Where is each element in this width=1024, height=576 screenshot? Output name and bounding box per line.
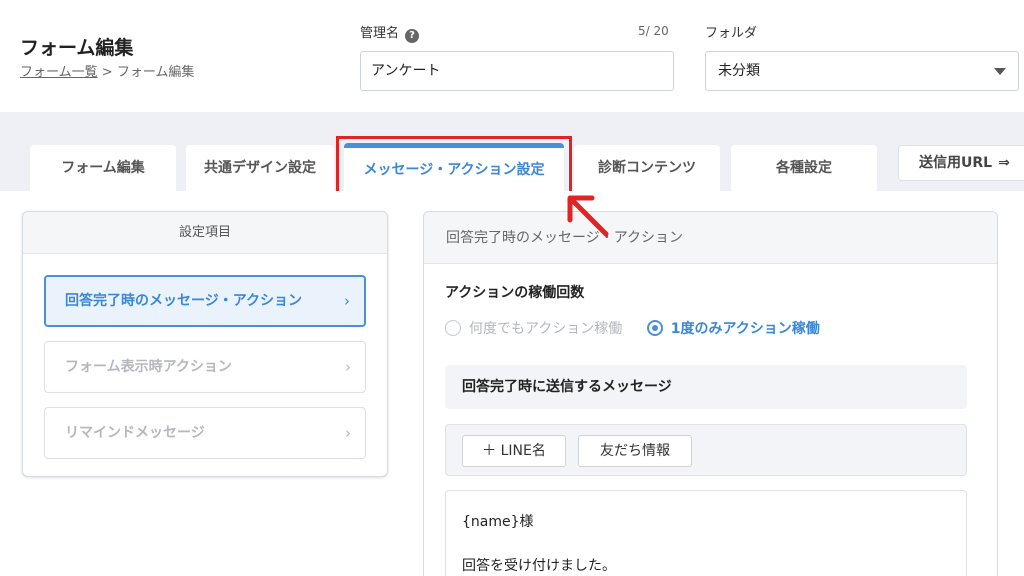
chevron-right-icon: › bbox=[345, 424, 351, 442]
radio-unlimited-label: 何度でもアクション稼働 bbox=[469, 321, 623, 337]
breadcrumb: フォーム一覧 > フォーム編集 bbox=[20, 61, 194, 80]
breadcrumb-separator: > bbox=[101, 65, 113, 80]
message-line: 回答を受け付けました。 bbox=[462, 558, 616, 575]
radio-once-label: 1度のみアクション稼働 bbox=[670, 321, 820, 337]
message-toolbar: ＋ LINE名 友だち情報 bbox=[445, 424, 967, 476]
folder-select[interactable]: 未分類 bbox=[705, 51, 1019, 91]
settings-panel-title: 設定項目 bbox=[23, 212, 387, 254]
message-line: {name}様 bbox=[462, 514, 534, 530]
action-count-title: アクションの稼働回数 bbox=[445, 285, 585, 301]
tab-diagnosis[interactable]: 診断コンテンツ bbox=[574, 145, 720, 191]
radio-unlimited[interactable]: 何度でもアクション稼働 bbox=[445, 318, 622, 338]
management-name-input[interactable]: アンケート bbox=[360, 51, 674, 91]
send-url-label: 送信用URL bbox=[919, 155, 993, 171]
char-counter: 5/ 20 bbox=[638, 24, 669, 38]
tab-message-action[interactable]: メッセージ・アクション設定 bbox=[344, 143, 564, 191]
name-field-label-text: 管理名 bbox=[360, 26, 400, 41]
chevron-right-icon: › bbox=[344, 292, 350, 310]
breadcrumb-link-form-list[interactable]: フォーム一覧 bbox=[20, 65, 98, 80]
radio-off-icon bbox=[445, 320, 461, 336]
chevron-right-icon: › bbox=[345, 358, 351, 376]
page-title: フォーム編集 bbox=[20, 37, 134, 59]
insert-line-name-button[interactable]: ＋ LINE名 bbox=[462, 435, 566, 467]
radio-on-icon bbox=[646, 320, 663, 336]
send-icon: ⇒ bbox=[998, 155, 1010, 171]
message-editor[interactable]: {name}様 回答を受け付けました。 bbox=[445, 490, 967, 576]
menu-item-display-action[interactable]: フォーム表示時アクション › bbox=[44, 341, 366, 393]
settings-panel: 設定項目 回答完了時のメッセージ・アクション › フォーム表示時アクション › … bbox=[22, 211, 388, 477]
menu-item-remind-message[interactable]: リマインドメッセージ › bbox=[44, 407, 366, 459]
menu-item-label: 回答完了時のメッセージ・アクション bbox=[65, 293, 303, 309]
send-url-button[interactable]: 送信用URL ⇒ bbox=[898, 145, 1024, 181]
breadcrumb-current: フォーム編集 bbox=[116, 65, 195, 80]
tab-common-design[interactable]: 共通デザイン設定 bbox=[186, 145, 334, 191]
menu-item-completion-action[interactable]: 回答完了時のメッセージ・アクション › bbox=[44, 275, 366, 327]
folder-label: フォルダ bbox=[705, 26, 758, 41]
red-arrow-icon bbox=[567, 195, 609, 237]
message-section-title: 回答完了時に送信するメッセージ bbox=[445, 365, 967, 409]
tab-form-edit[interactable]: フォーム編集 bbox=[30, 145, 176, 191]
caret-down-icon bbox=[994, 68, 1006, 75]
radio-once[interactable]: 1度のみアクション稼働 bbox=[646, 318, 820, 338]
action-panel-title: 回答完了時のメッセージ・アクション bbox=[424, 212, 997, 264]
page-header: フォーム編集 フォーム一覧 > フォーム編集 管理名? 5/ 20 アンケート … bbox=[0, 0, 1024, 112]
tab-settings[interactable]: 各種設定 bbox=[731, 145, 877, 191]
action-count-radio-group: 何度でもアクション稼働 1度のみアクション稼働 bbox=[445, 318, 820, 338]
folder-select-value: 未分類 bbox=[718, 63, 760, 79]
help-icon[interactable]: ? bbox=[405, 29, 420, 43]
insert-friend-info-button[interactable]: 友だち情報 bbox=[578, 435, 692, 467]
name-field-label: 管理名? bbox=[360, 22, 420, 43]
menu-item-label: フォーム表示時アクション bbox=[65, 359, 232, 375]
menu-item-label: リマインドメッセージ bbox=[65, 425, 205, 441]
